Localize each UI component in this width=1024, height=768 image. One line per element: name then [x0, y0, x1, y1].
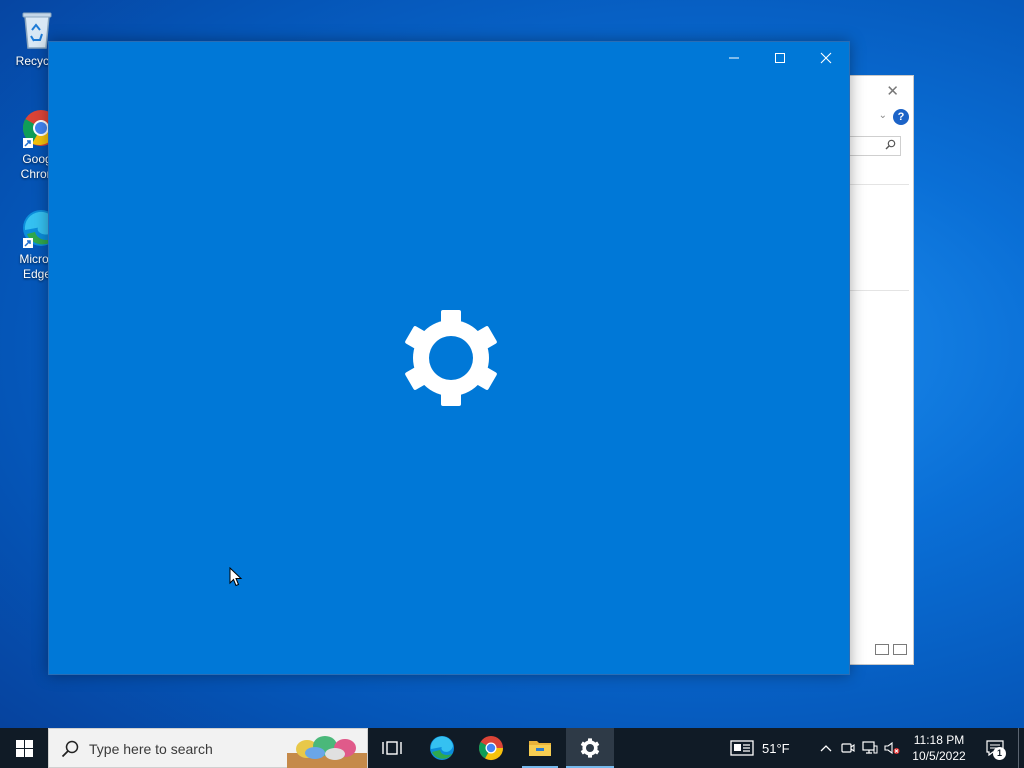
taskbar: Type here to search 51°F 11:18 PM 10/5/2…: [0, 728, 1024, 768]
weather-temperature: 51°F: [762, 740, 790, 756]
system-tray: [815, 728, 903, 768]
settings-window[interactable]: [48, 41, 850, 675]
system-clock[interactable]: 11:18 PM 10/5/2022: [904, 732, 974, 764]
tiles-view-icon[interactable]: [893, 644, 907, 655]
help-icon[interactable]: ?: [893, 109, 909, 125]
clock-date: 10/5/2022: [912, 749, 966, 763]
divider: [849, 184, 909, 185]
task-view-icon: [382, 741, 402, 755]
taskbar-settings-button[interactable]: [566, 728, 614, 768]
clock-time: 11:18 PM: [913, 733, 965, 747]
view-toggle[interactable]: [871, 644, 907, 658]
taskbar-file-explorer-button[interactable]: [516, 728, 564, 768]
close-button[interactable]: [803, 42, 849, 74]
search-input[interactable]: [849, 136, 901, 156]
taskbar-search-box[interactable]: Type here to search: [48, 728, 368, 768]
meet-now-icon[interactable]: [837, 741, 859, 755]
network-icon[interactable]: [859, 741, 881, 755]
show-desktop-button[interactable]: [1018, 728, 1024, 768]
chevron-down-icon[interactable]: ⌄: [879, 110, 887, 121]
taskbar-edge-button[interactable]: [418, 728, 466, 768]
taskbar-chrome-button[interactable]: [467, 728, 515, 768]
notification-count-badge: 1: [993, 747, 1006, 760]
maximize-icon: [775, 53, 785, 63]
volume-muted-icon[interactable]: [881, 741, 903, 755]
maximize-button[interactable]: [757, 42, 803, 74]
search-highlight-illustration: [287, 729, 367, 768]
search-placeholder: Type here to search: [89, 741, 213, 757]
task-view-button[interactable]: [368, 728, 416, 768]
divider: [849, 290, 909, 291]
edge-icon: [430, 736, 454, 760]
weather-widget[interactable]: 51°F: [730, 728, 790, 768]
settings-icon: [580, 738, 600, 758]
start-button[interactable]: [0, 728, 48, 768]
chevron-up-icon: [820, 745, 832, 752]
desktop: Recycle Goog Chron Micros Edge ✕ ⌄ ? Typ…: [0, 0, 1024, 768]
minimize-icon: [729, 57, 739, 59]
windows-logo-icon: [15, 739, 33, 757]
file-explorer-icon: [529, 741, 551, 756]
details-view-icon[interactable]: [875, 644, 889, 655]
search-icon: [885, 139, 896, 153]
gear-icon: [401, 308, 501, 408]
chrome-icon: [478, 736, 503, 761]
search-icon: [61, 740, 79, 763]
minimize-button[interactable]: [711, 42, 757, 74]
close-icon: [820, 52, 832, 64]
close-icon[interactable]: ✕: [886, 82, 899, 100]
show-hidden-icons-button[interactable]: [815, 744, 837, 752]
action-center-button[interactable]: 1: [980, 728, 1010, 768]
mouse-cursor-icon: [229, 566, 243, 587]
news-weather-icon: [730, 740, 754, 756]
